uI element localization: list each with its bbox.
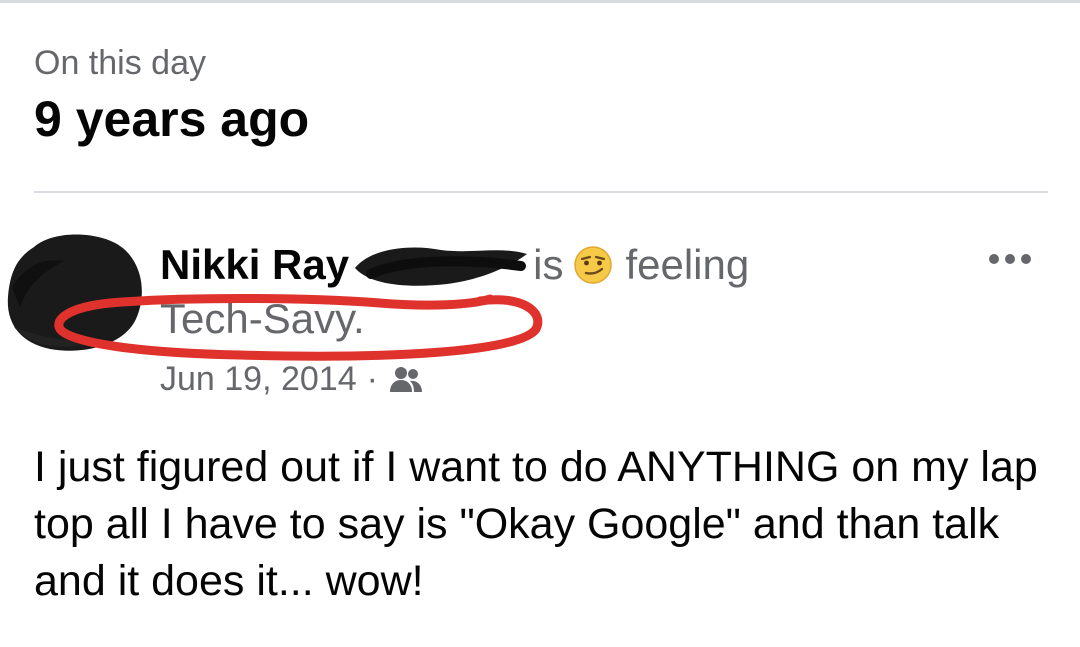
top-border <box>0 0 1080 3</box>
post-header: Nikki Ray is feeling Tech-Savy. Jun 19, … <box>160 237 960 405</box>
smirk-emoji-icon <box>573 245 613 285</box>
feeling-activity[interactable]: Tech-Savy. <box>160 291 960 347</box>
memory-header: On this day 9 years ago <box>34 40 309 150</box>
meta-separator: · <box>366 359 378 398</box>
feeling-label: feeling <box>625 241 750 288</box>
avatar[interactable] <box>4 227 146 355</box>
post-header-line: Nikki Ray is feeling <box>160 237 960 293</box>
more-options-icon[interactable] <box>986 249 1034 269</box>
post-date[interactable]: Jun 19, 2014 <box>160 360 357 399</box>
feeling-verb: is <box>533 241 564 288</box>
memory-eyebrow: On this day <box>34 44 206 82</box>
memory-post: Nikki Ray is feeling Tech-Savy. Jun 19, … <box>0 193 1080 647</box>
post-meta: Jun 19, 2014 · <box>160 353 960 405</box>
friends-icon <box>389 367 422 392</box>
memory-headline: 9 years ago <box>34 91 310 147</box>
author-name[interactable]: Nikki Ray <box>160 241 349 289</box>
name-redaction <box>351 240 529 290</box>
avatar-redaction <box>7 234 142 351</box>
post-body: I just figured out if I want to do ANYTH… <box>34 443 1038 605</box>
